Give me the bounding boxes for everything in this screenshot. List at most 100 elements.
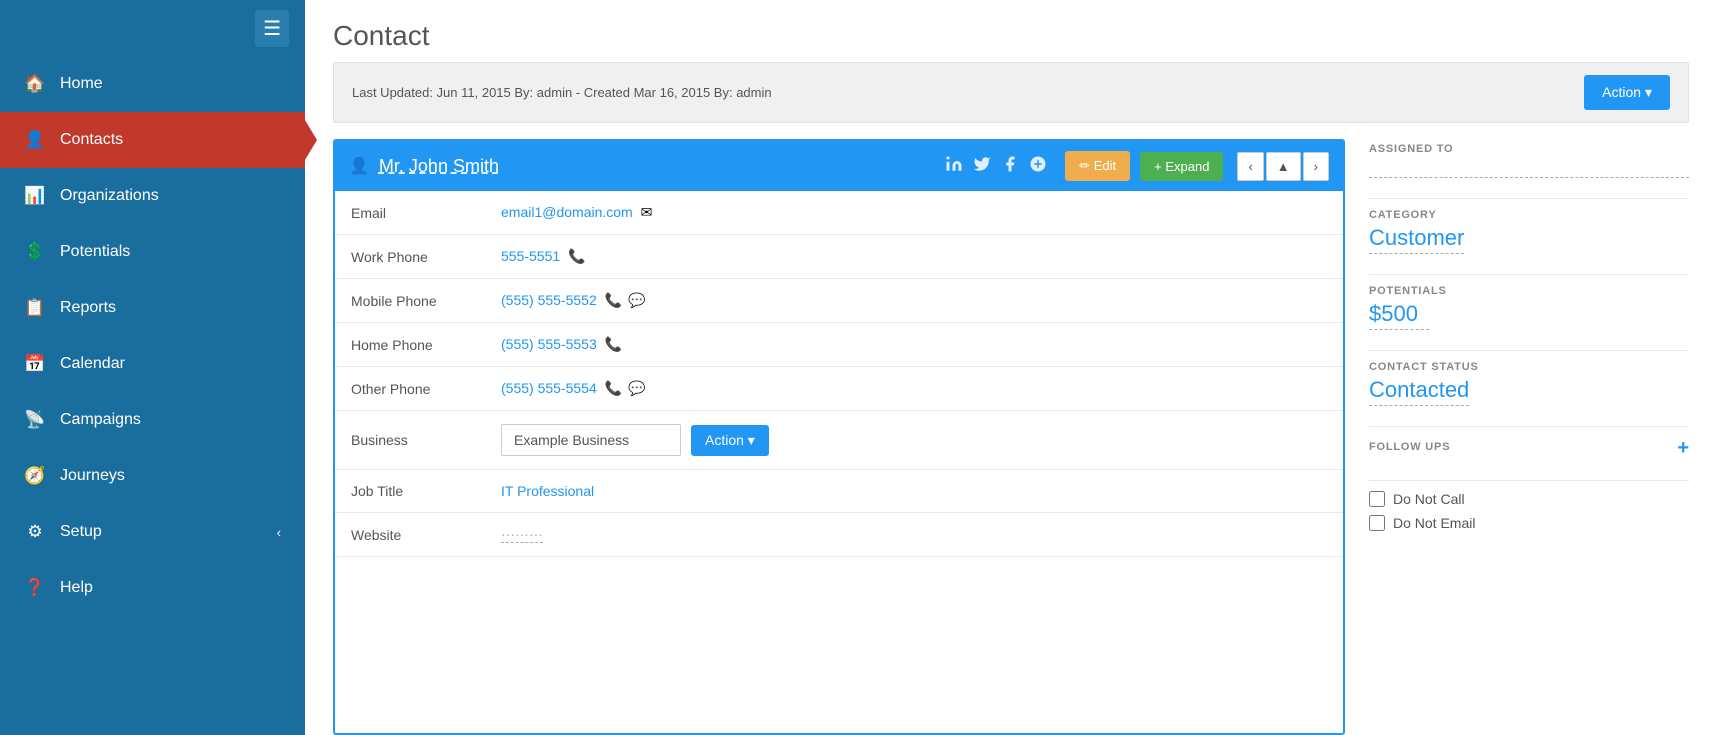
job-title-link[interactable]: IT Professional	[501, 483, 594, 499]
organizations-icon: 📊	[24, 186, 46, 206]
sidebar-item-help[interactable]: ❓ Help	[0, 560, 305, 616]
twitter-icon[interactable]	[973, 155, 991, 177]
prev-arrow-button[interactable]: ‹	[1237, 152, 1263, 181]
divider-4	[1369, 426, 1689, 427]
field-label-mobile-phone: Mobile Phone	[335, 279, 485, 323]
nav-arrows: ‹ ▲ ›	[1237, 152, 1329, 181]
potentials-section: POTENTIALS $500	[1369, 285, 1689, 330]
category-section: CATEGORY Customer	[1369, 209, 1689, 254]
hamburger-icon[interactable]: ☰	[255, 10, 289, 47]
website-value: ·········	[501, 526, 543, 543]
linkedin-icon[interactable]	[945, 155, 963, 177]
business-action-button[interactable]: Action ▾	[691, 425, 769, 456]
potentials-value: $500	[1369, 301, 1429, 330]
field-label-business: Business	[335, 411, 485, 470]
sidebar-item-reports[interactable]: 📋 Reports	[0, 280, 305, 336]
right-panel: ASSIGNED TO CATEGORY Customer POTENTIALS…	[1369, 139, 1689, 735]
sidebar-item-calendar[interactable]: 📅 Calendar	[0, 336, 305, 392]
sidebar-item-home-label: Home	[60, 75, 103, 93]
table-row: Email email1@domain.com ✉	[335, 191, 1343, 235]
table-row: Website ·········	[335, 513, 1343, 557]
follow-ups-section: FOLLOW UPS +	[1369, 437, 1689, 460]
field-label-work-phone: Work Phone	[335, 235, 485, 279]
field-value-mobile-phone: (555) 555-5552 📞 💬	[485, 279, 1343, 323]
chevron-left-icon: ‹	[277, 525, 281, 540]
field-value-email: email1@domain.com ✉	[485, 191, 1343, 235]
field-value-business: Example Business Action ▾	[485, 411, 1343, 470]
table-row: Mobile Phone (555) 555-5552 📞 💬	[335, 279, 1343, 323]
sidebar-item-home[interactable]: 🏠 Home	[0, 56, 305, 112]
table-row: Other Phone (555) 555-5554 📞 💬	[335, 367, 1343, 411]
do-not-email-checkbox[interactable]	[1369, 515, 1385, 531]
person-icon: 👤	[349, 156, 369, 176]
google-icon[interactable]	[1029, 155, 1047, 177]
sidebar-item-potentials[interactable]: 💲 Potentials	[0, 224, 305, 280]
work-phone-link[interactable]: 555-5551	[501, 248, 560, 264]
toolbar-bar: Last Updated: Jun 11, 2015 By: admin - C…	[333, 62, 1689, 123]
do-not-call-checkbox[interactable]	[1369, 491, 1385, 507]
contact-status-section: CONTACT STATUS Contacted	[1369, 361, 1689, 406]
field-value-other-phone: (555) 555-5554 📞 💬	[485, 367, 1343, 411]
home-phone-link[interactable]: (555) 555-5553	[501, 336, 597, 352]
add-follow-up-button[interactable]: +	[1677, 437, 1689, 460]
table-row: Business Example Business Action ▾	[335, 411, 1343, 470]
business-cell: Example Business Action ▾	[501, 424, 1327, 456]
contact-card-header: 👤 Mr. John Smith ✏ Edit + Expand ‹	[335, 141, 1343, 191]
edit-button[interactable]: ✏ Edit	[1065, 151, 1130, 181]
contact-card: 👤 Mr. John Smith ✏ Edit + Expand ‹	[333, 139, 1345, 735]
field-value-work-phone: 555-5551 📞	[485, 235, 1343, 279]
phone-icon-2: 📞	[605, 292, 622, 308]
sidebar-item-journeys[interactable]: 🧭 Journeys	[0, 448, 305, 504]
page-title: Contact	[305, 0, 1717, 62]
do-not-email-label: Do Not Email	[1393, 515, 1475, 531]
follow-ups-label: FOLLOW UPS	[1369, 441, 1450, 453]
sidebar-item-reports-label: Reports	[60, 299, 116, 317]
sidebar-item-setup-label: Setup	[60, 523, 102, 541]
meta-text: Last Updated: Jun 11, 2015 By: admin - C…	[352, 85, 772, 100]
other-phone-link[interactable]: (555) 555-5554	[501, 380, 597, 396]
table-row: Job Title IT Professional	[335, 470, 1343, 513]
phone-icon: 📞	[568, 248, 585, 264]
contact-name[interactable]: Mr. John Smith	[379, 156, 935, 177]
next-arrow-button[interactable]: ›	[1303, 152, 1329, 181]
reports-icon: 📋	[24, 298, 46, 318]
main-content: Contact Last Updated: Jun 11, 2015 By: a…	[305, 0, 1717, 735]
mobile-phone-link[interactable]: (555) 555-5552	[501, 292, 597, 308]
up-arrow-button[interactable]: ▲	[1266, 152, 1301, 181]
sidebar-item-potentials-label: Potentials	[60, 243, 130, 261]
journeys-icon: 🧭	[24, 466, 46, 486]
sidebar: ☰ 🏠 Home 👤 Contacts 📊 Organizations 💲 Po…	[0, 0, 305, 735]
divider-2	[1369, 274, 1689, 275]
category-value: Customer	[1369, 225, 1464, 254]
action-button-main[interactable]: Action ▾	[1584, 75, 1670, 110]
divider-5	[1369, 480, 1689, 481]
follow-ups-row: FOLLOW UPS +	[1369, 437, 1689, 460]
facebook-icon[interactable]	[1001, 155, 1019, 177]
chat-icon: 💬	[628, 292, 645, 308]
phone-icon-4: 📞	[605, 380, 622, 396]
sidebar-item-organizations[interactable]: 📊 Organizations	[0, 168, 305, 224]
field-label-job-title: Job Title	[335, 470, 485, 513]
sidebar-item-setup[interactable]: ⚙ Setup ‹	[0, 504, 305, 560]
email-link[interactable]: email1@domain.com	[501, 204, 633, 220]
divider-1	[1369, 198, 1689, 199]
sidebar-item-campaigns-label: Campaigns	[60, 411, 141, 429]
contacts-icon: 👤	[24, 130, 46, 150]
field-label-other-phone: Other Phone	[335, 367, 485, 411]
assigned-to-label: ASSIGNED TO	[1369, 143, 1689, 155]
help-icon: ❓	[24, 578, 46, 598]
field-label-website: Website	[335, 513, 485, 557]
setup-icon: ⚙	[24, 522, 46, 542]
email-icon: ✉	[641, 204, 653, 220]
contact-status-label: CONTACT STATUS	[1369, 361, 1689, 373]
do-not-email-row: Do Not Email	[1369, 515, 1689, 531]
category-label: CATEGORY	[1369, 209, 1689, 221]
do-not-call-label: Do Not Call	[1393, 491, 1465, 507]
table-row: Home Phone (555) 555-5553 📞	[335, 323, 1343, 367]
field-value-job-title: IT Professional	[485, 470, 1343, 513]
field-value-website: ·········	[485, 513, 1343, 557]
potentials-icon: 💲	[24, 242, 46, 262]
expand-button[interactable]: + Expand	[1140, 152, 1223, 181]
sidebar-item-contacts[interactable]: 👤 Contacts	[0, 112, 305, 168]
sidebar-item-campaigns[interactable]: 📡 Campaigns	[0, 392, 305, 448]
